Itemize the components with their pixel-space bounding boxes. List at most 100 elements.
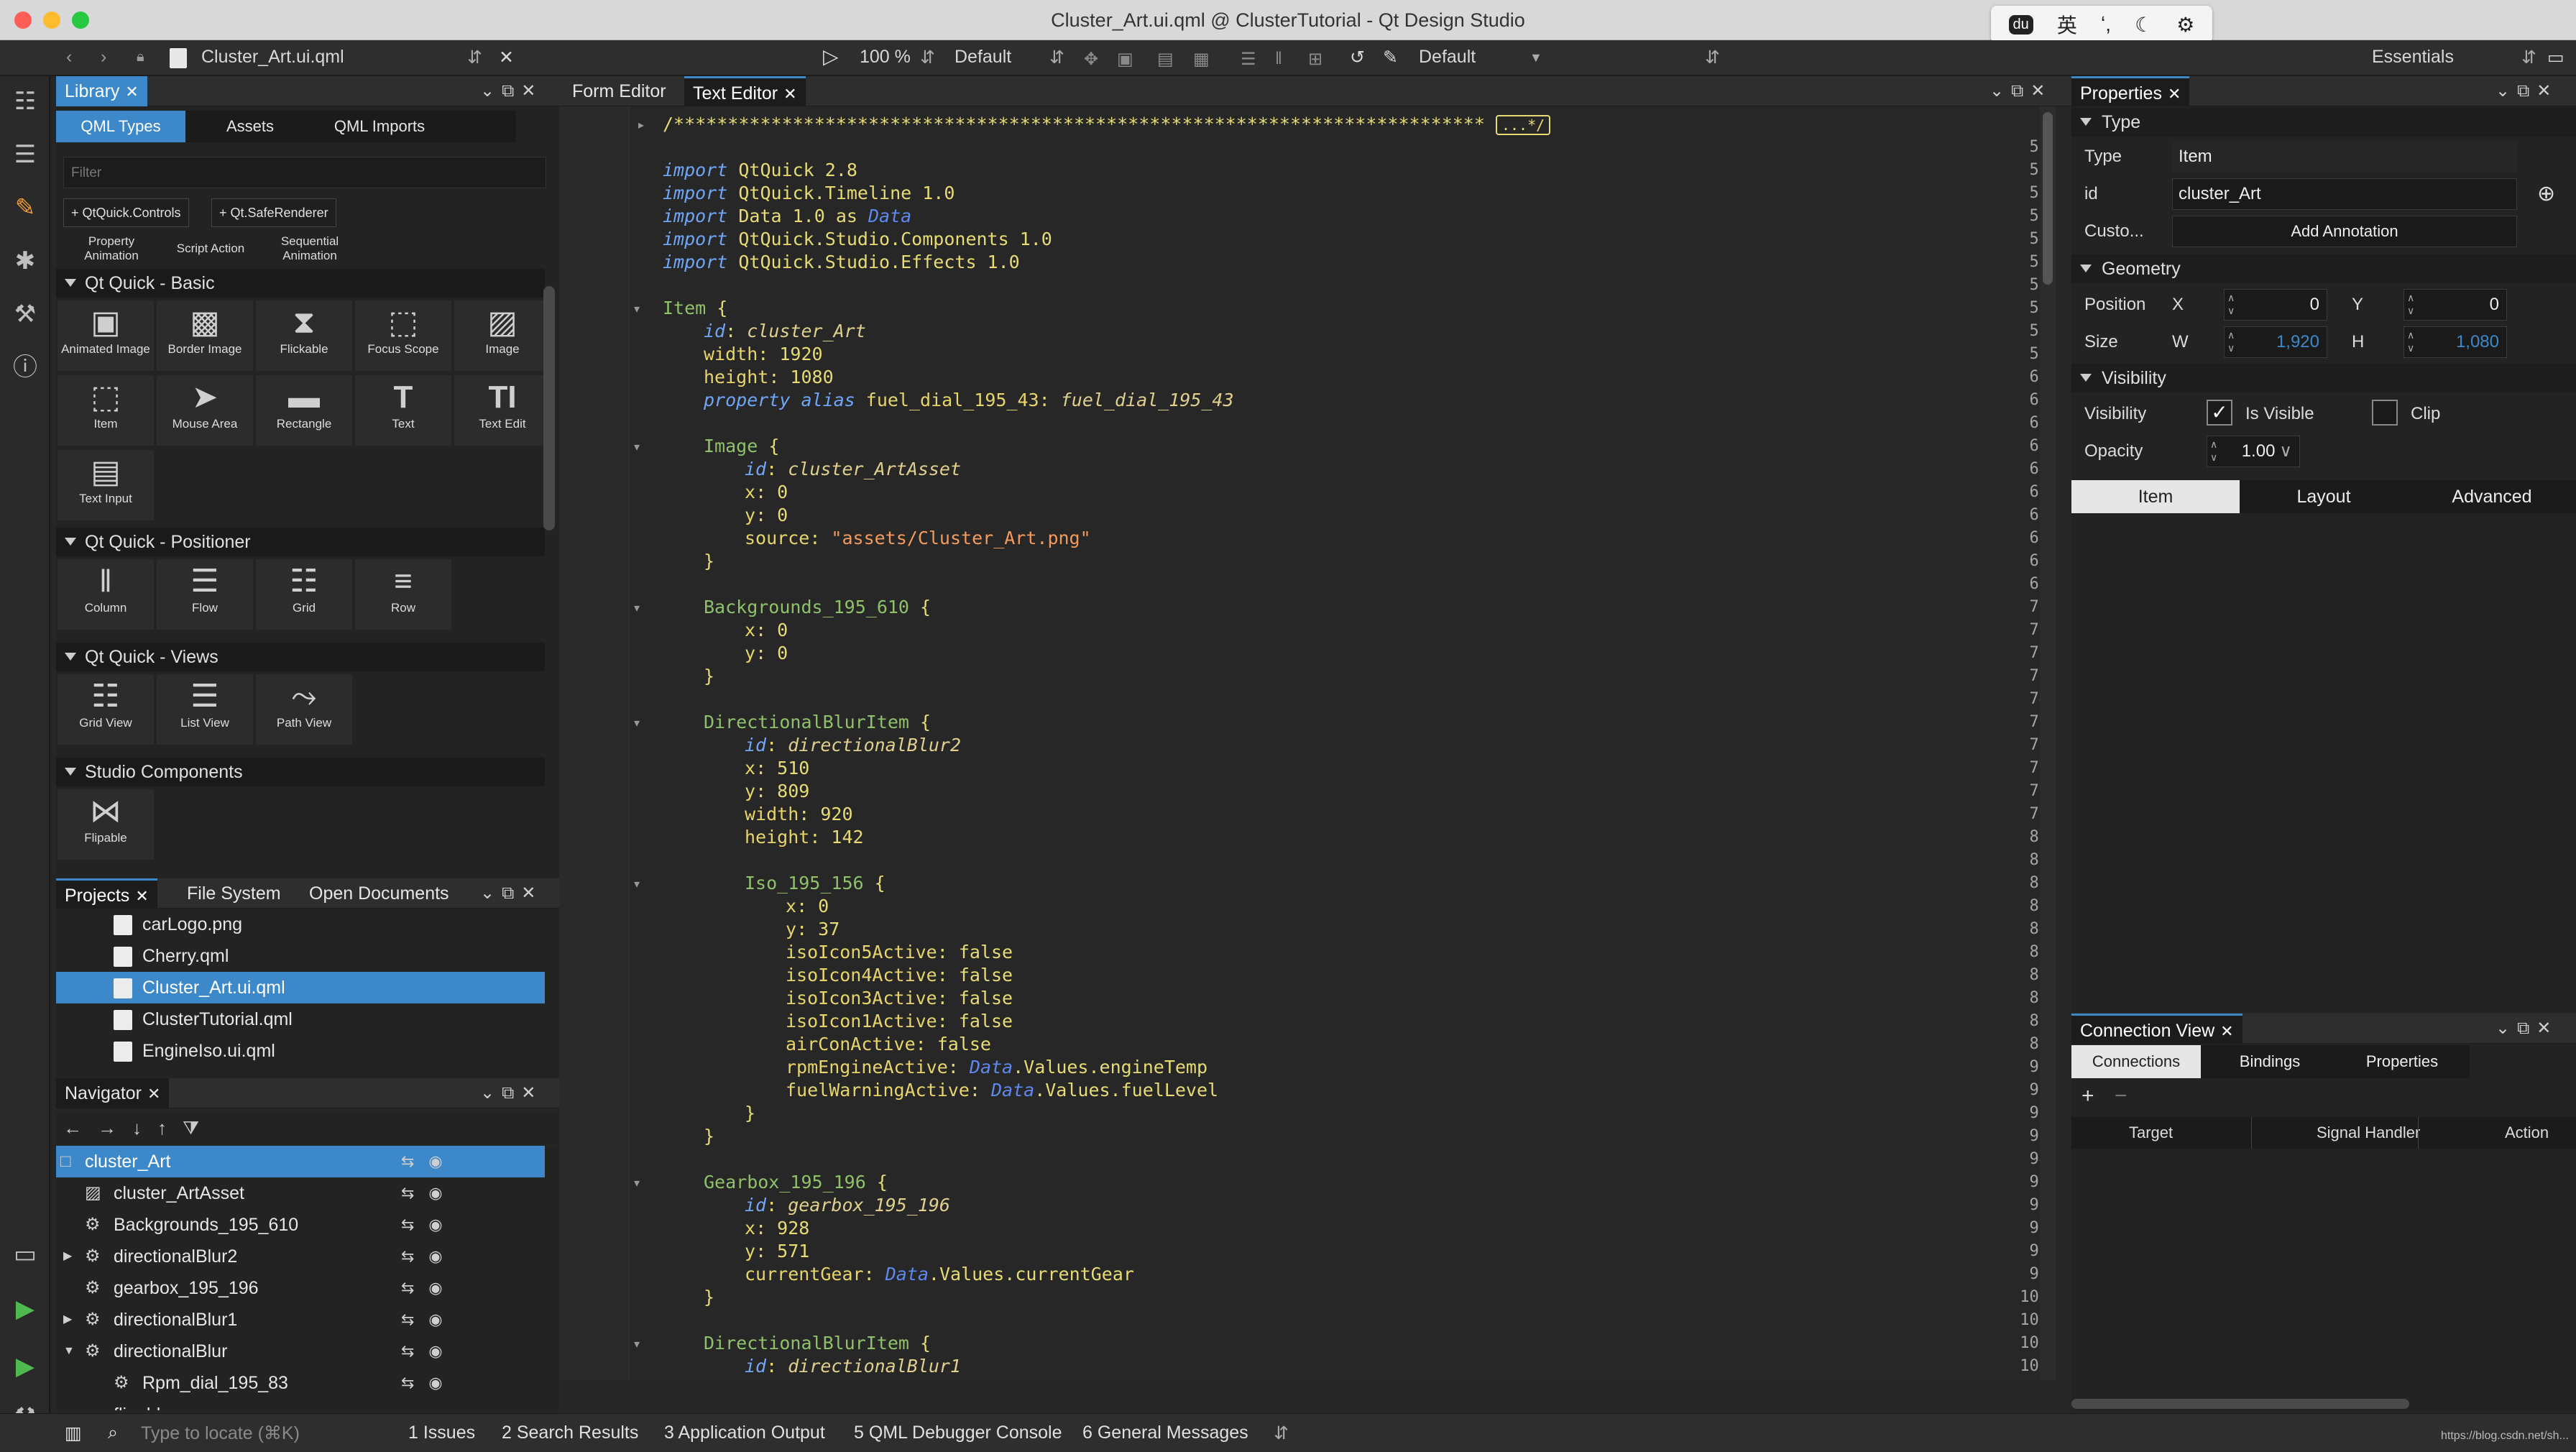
zoom-dropdown-icon[interactable]: ⇵ [920, 47, 935, 68]
style-select[interactable]: Default [954, 47, 1011, 68]
category-studio-components[interactable]: Studio Components [56, 758, 545, 786]
tree-row[interactable]: ▶ ⚙ directionalBlur1 ⇆◉ [56, 1304, 545, 1336]
code-line[interactable]: height: 142 [663, 827, 864, 847]
column-action[interactable]: Action [2418, 1117, 2549, 1149]
code-line[interactable]: source: "assets/Cluster_Art.png" [663, 528, 1091, 548]
close-icon[interactable]: ✕ [125, 83, 138, 101]
tab-library[interactable]: Library ✕ [56, 76, 147, 106]
more-tabs-icon[interactable]: ⇵ [1274, 1423, 1289, 1444]
code-line[interactable]: import QtQuick.Timeline 1.0 [663, 183, 954, 203]
code-line[interactable]: Item { [663, 298, 727, 318]
close-icon[interactable]: ✕ [2220, 1022, 2233, 1040]
tab-layout[interactable]: Layout [2240, 480, 2408, 513]
code-line[interactable]: width: 920 [663, 804, 853, 824]
code-line[interactable]: isoIcon1Active: false [663, 1011, 1013, 1031]
category-views[interactable]: Qt Quick - Views [56, 643, 545, 671]
code-line[interactable]: id: gearbox_195_196 [663, 1195, 950, 1216]
ime-logo[interactable]: du [2008, 14, 2033, 35]
reset-view-icon[interactable]: ↺ [1350, 47, 1365, 68]
tree-row[interactable]: □ cluster_Art ⇆◉ [56, 1146, 545, 1177]
tile-grid[interactable]: ☷ Grid [256, 559, 352, 630]
id-field[interactable]: cluster_Art [2172, 178, 2517, 210]
visibility-eye-icon[interactable]: ⇆◉ [401, 1304, 457, 1336]
gear-icon[interactable]: ⚙ [2176, 13, 2194, 37]
moon-icon[interactable]: ☾ [2135, 13, 2153, 37]
visibility-eye-icon[interactable]: ⇆◉ [401, 1177, 457, 1209]
ime-punct-icon[interactable]: ʻ, [2101, 13, 2111, 36]
tree-row[interactable]: ▨ cluster_ArtAsset ⇆◉ [56, 1177, 545, 1209]
list-item[interactable]: ClusterTutorial.qml [56, 1003, 545, 1035]
tree-row[interactable]: ▶ ⚙ directionalBlur2 ⇆◉ [56, 1241, 545, 1272]
style-dropdown-icon[interactable]: ⇵ [1049, 47, 1064, 68]
list-item-selected[interactable]: Cluster_Art.ui.qml [56, 972, 545, 1003]
tab-connection-properties[interactable]: Properties [2336, 1045, 2468, 1078]
import-safe-renderer-button[interactable]: + Qt.SafeRenderer [211, 198, 336, 227]
category-positioner[interactable]: Qt Quick - Positioner [56, 528, 545, 556]
height-spinbox[interactable]: ∧ ∨ 1,080 [2404, 326, 2507, 358]
code-line[interactable]: x: 0 [663, 896, 829, 916]
code-line[interactable]: property alias fuel_dial_195_43: fuel_di… [663, 390, 1234, 410]
add-annotation-button[interactable]: Add Annotation [2172, 216, 2517, 247]
code-line[interactable]: id: cluster_ArtAsset [663, 459, 961, 479]
connection-scrollbar[interactable] [2071, 1399, 2409, 1409]
back-icon[interactable]: ‹ [66, 47, 72, 68]
close-file-icon[interactable]: ✕ [499, 47, 514, 68]
code-line[interactable]: x: 510 [663, 758, 809, 778]
code-line[interactable]: import QtQuick.Studio.Components 1.0 [663, 229, 1052, 249]
visibility-eye-icon[interactable]: ⇆◉ [401, 1241, 457, 1272]
tab-connections[interactable]: Connections [2071, 1045, 2201, 1078]
code-line[interactable]: /***************************************… [663, 114, 1551, 135]
chevron-down-icon[interactable]: ∨ [2279, 441, 2292, 461]
help-icon[interactable]: ⓘ [9, 351, 42, 384]
fold-marker-icon[interactable]: ▾ [634, 1176, 640, 1190]
locator-input[interactable]: Type to locate (⌘K) [141, 1423, 300, 1444]
tree-row[interactable]: flipable [56, 1399, 545, 1410]
tab-assets[interactable]: Assets [185, 111, 315, 142]
tile-list-view[interactable]: ☰ List View [157, 674, 253, 745]
tree-row[interactable]: ⚙ Rpm_dial_195_83 ⇆◉ [56, 1367, 545, 1399]
close-icon[interactable]: ✕ [135, 887, 148, 905]
tile-flickable[interactable]: ⧗ Flickable [256, 300, 352, 371]
clip-checkbox[interactable] [2372, 400, 2398, 426]
tile-row[interactable]: ≡ Row [355, 559, 451, 630]
editor-scrollbar[interactable] [2040, 106, 2056, 1380]
workspace-dropdown-icon[interactable]: ⇵ [2521, 47, 2536, 68]
panel-controls[interactable]: ⌄⧉✕ [2496, 76, 2558, 106]
code-line[interactable]: width: 1920 [663, 344, 823, 364]
panel-controls[interactable]: ⌄⧉✕ [1990, 76, 2052, 106]
transform-icon[interactable]: ✥ [1084, 49, 1098, 70]
state-dropdown-icon[interactable]: ▼ [1530, 50, 1542, 65]
fold-marker-icon[interactable]: ▾ [634, 601, 640, 615]
code-line[interactable]: } [663, 666, 714, 686]
design-mode-icon[interactable]: ✎ [9, 191, 42, 224]
tile-focus-scope[interactable]: ⬚ Focus Scope [355, 300, 451, 371]
code-line[interactable]: isoIcon5Active: false [663, 942, 1013, 962]
edit-mode-icon[interactable]: ☰ [9, 138, 42, 171]
visibility-eye-icon[interactable]: ⇆◉ [401, 1367, 457, 1399]
tile-item[interactable]: ⬚ Item [58, 375, 154, 446]
fold-marker-icon[interactable]: ▾ [634, 1337, 640, 1351]
code-line[interactable]: isoIcon4Active: false [663, 965, 1013, 985]
code-line[interactable]: id: directionalBlur1 [663, 1356, 961, 1377]
grid-layout-icon[interactable]: ⊞ [1308, 49, 1322, 70]
tab-search-results[interactable]: 2 Search Results [502, 1423, 638, 1443]
tab-qml-types[interactable]: QML Types [56, 111, 185, 142]
panel-controls[interactable]: ⌄⧉✕ [480, 878, 543, 909]
ime-language[interactable]: 英 [2057, 10, 2077, 39]
state-select[interactable]: Default [1419, 47, 1476, 68]
tile-text-input[interactable]: ▤ Text Input [58, 450, 154, 520]
tab-projects[interactable]: Projects ✕ [56, 878, 157, 909]
code-line[interactable]: } [663, 1103, 755, 1124]
expand-icon[interactable]: ▶ [63, 1241, 72, 1272]
partial-tile[interactable]: Script Action [162, 242, 259, 266]
edit-state-icon[interactable]: ✎ [1383, 47, 1398, 68]
tree-row[interactable]: ▼ ⚙ directionalBlur ⇆◉ [56, 1336, 545, 1367]
code-line[interactable]: DirectionalBlurItem { [663, 712, 931, 732]
tab-properties[interactable]: Properties ✕ [2071, 76, 2190, 106]
welcome-grid-icon[interactable]: ☷ [9, 85, 42, 118]
code-line[interactable]: Iso_195_156 { [663, 873, 886, 893]
tab-application-output[interactable]: 3 Application Output [664, 1423, 825, 1443]
code-line[interactable]: x: 928 [663, 1218, 809, 1239]
list-item[interactable]: carLogo.png [56, 909, 545, 940]
export-icon[interactable]: ⊕ [2537, 181, 2555, 206]
